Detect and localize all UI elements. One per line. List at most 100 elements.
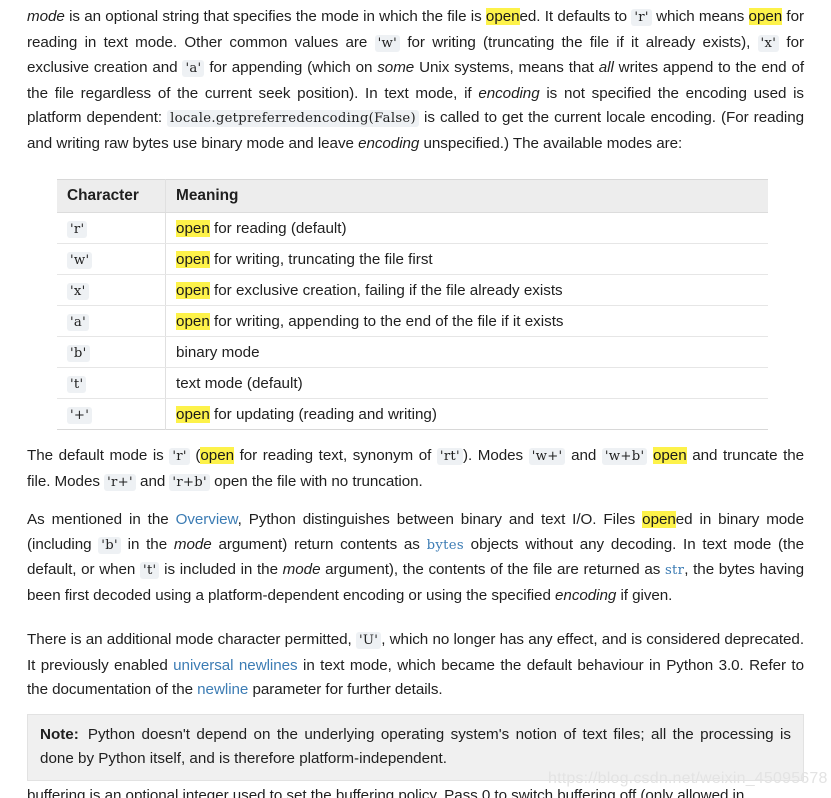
code-mode-rt: 'rt' [436,448,463,465]
highlight-open: open [642,511,676,528]
cell-character: 'w' [57,243,166,275]
emphasis-some: some [377,59,415,76]
code-mode-char: 'w' [67,251,93,269]
code-mode-char: '+' [67,406,93,424]
highlight-open: open [485,8,520,25]
note-label: Note: [40,726,79,743]
text-run: for reading (default) [209,219,347,237]
highlight-open: open [176,312,210,330]
cell-meaning: text mode (default) [165,367,768,399]
text-run: ). Modes [462,447,529,464]
text-run: The default mode is [27,447,170,464]
text-run: for updating (reading and writing) [209,405,437,423]
text-run: Unix systems, means that [414,59,599,76]
link-overview[interactable]: Overview [176,511,238,528]
link-universal-newlines[interactable]: universal newlines [173,657,298,674]
highlight-open: open [176,250,210,268]
paragraph-u-mode: There is an additional mode character pe… [27,628,804,703]
text-run: open the file with no truncation. [209,472,423,490]
cell-character: 'r' [57,212,166,244]
emphasis-mode: mode [282,561,321,578]
text-run: is included in the [159,561,283,578]
table-row: 'b' binary mode [57,336,768,368]
modes-table: Character Meaning 'r' open for reading (… [57,179,768,430]
document-page: mode is an optional string that specifie… [0,0,831,798]
code-link-str[interactable]: str [665,563,684,578]
table-row: '+' open for updating (reading and writi… [57,398,769,430]
emphasis-encoding: encoding [358,134,420,152]
code-mode-wbplus: 'w+b' [601,448,648,465]
highlight-open: open [200,447,234,464]
cell-meaning: open for writing, appending to the end o… [165,305,768,337]
cell-character: '+' [57,398,166,430]
code-mode-r: 'r' [631,9,652,26]
highlight-open: open [176,219,210,237]
code-mode-b: 'b' [98,536,121,554]
text-run: binary mode [176,343,260,361]
table-head: Character Meaning [57,179,768,213]
code-mode-a: 'a' [182,60,205,77]
code-mode-wplus: 'w+' [528,448,566,465]
code-mode-t: 't' [140,562,160,579]
term-mode: mode [27,8,65,25]
table-row: 'r' open for reading (default) [57,212,768,244]
cell-character: 'a' [57,305,166,337]
text-run: if given. [616,586,673,604]
text-run: argument) return contents as [211,535,427,553]
text-run: argument), the contents of the file are … [320,561,665,578]
paragraph-buffering-cutoff: buffering is an optional integer used to… [27,787,745,798]
text-run: which means [651,8,749,25]
code-mode-u: 'U' [355,632,382,649]
text-run: for exclusive creation, failing if the f… [209,281,563,299]
code-mode-w: 'w' [374,34,401,52]
code-mode-char: 't' [67,375,87,393]
highlight-open: open [176,281,210,299]
code-mode-x: 'x' [757,34,780,52]
code-locale-getpreferredencoding: locale.getpreferredencoding(False) [167,110,419,127]
paragraph-mode-description: mode is an optional string that specifie… [27,5,804,156]
emphasis-encoding: encoding [555,586,617,604]
text-run: ed. It defaults to [519,8,632,25]
code-mode-rbplus: 'r+b' [169,473,210,491]
code-mode-rplus: 'r+' [104,473,136,491]
paragraph-binary-text-io: As mentioned in the Overview, Python dis… [27,508,804,608]
code-mode-r: 'r' [169,448,190,465]
highlight-open: open [176,405,210,423]
paragraph-default-mode: The default mode is 'r' (open for readin… [27,444,804,495]
table-header-row: Character Meaning [57,179,768,213]
text-run: parameter for further details. [248,681,443,698]
text-run: for writing, appending to the end of the… [209,312,564,330]
text-run: and [565,447,602,464]
emphasis-mode: mode [173,535,212,553]
text-run: unspecified.) The available modes are: [419,134,683,152]
text-run: , Python distinguishes between binary an… [237,511,643,528]
text-run: for reading text, synonym of [234,447,437,464]
text-run: ( [189,447,201,464]
table-row: 't' text mode (default) [57,367,768,399]
column-header-character: Character [57,179,166,213]
cell-character: 't' [57,367,166,399]
code-mode-char: 'x' [67,282,89,300]
emphasis-encoding: encoding [478,84,540,102]
table-row: 'w' open for writing, truncating the fil… [57,243,768,275]
text-run: for writing, truncating the file first [209,250,433,268]
highlight-open: open [748,8,783,25]
text-run: for writing (truncating the file if it a… [400,33,758,51]
cell-meaning: open for exclusive creation, failing if … [165,274,768,306]
table-body: 'r' open for reading (default) 'w' open … [57,212,769,430]
cell-meaning: open for updating (reading and writing) [166,399,769,430]
code-mode-char: 'a' [67,313,90,331]
table-row: 'x' open for exclusive creation, failing… [57,274,768,306]
cell-meaning: open for writing, truncating the file fi… [165,243,768,275]
emphasis-all: all [598,59,614,76]
code-mode-char: 'r' [67,220,88,238]
code-link-bytes[interactable]: bytes [427,538,464,553]
text-run: in the [120,535,174,553]
text-run: text mode (default) [176,374,303,392]
text-run: There is an additional mode character pe… [27,631,356,648]
table-row: 'a' open for writing, appending to the e… [57,305,768,337]
text-run: for appending (which on [204,59,378,76]
text-run: and [135,472,170,490]
link-newline[interactable]: newline [197,681,248,698]
note-text: Python doesn't depend on the underlying … [40,726,791,767]
